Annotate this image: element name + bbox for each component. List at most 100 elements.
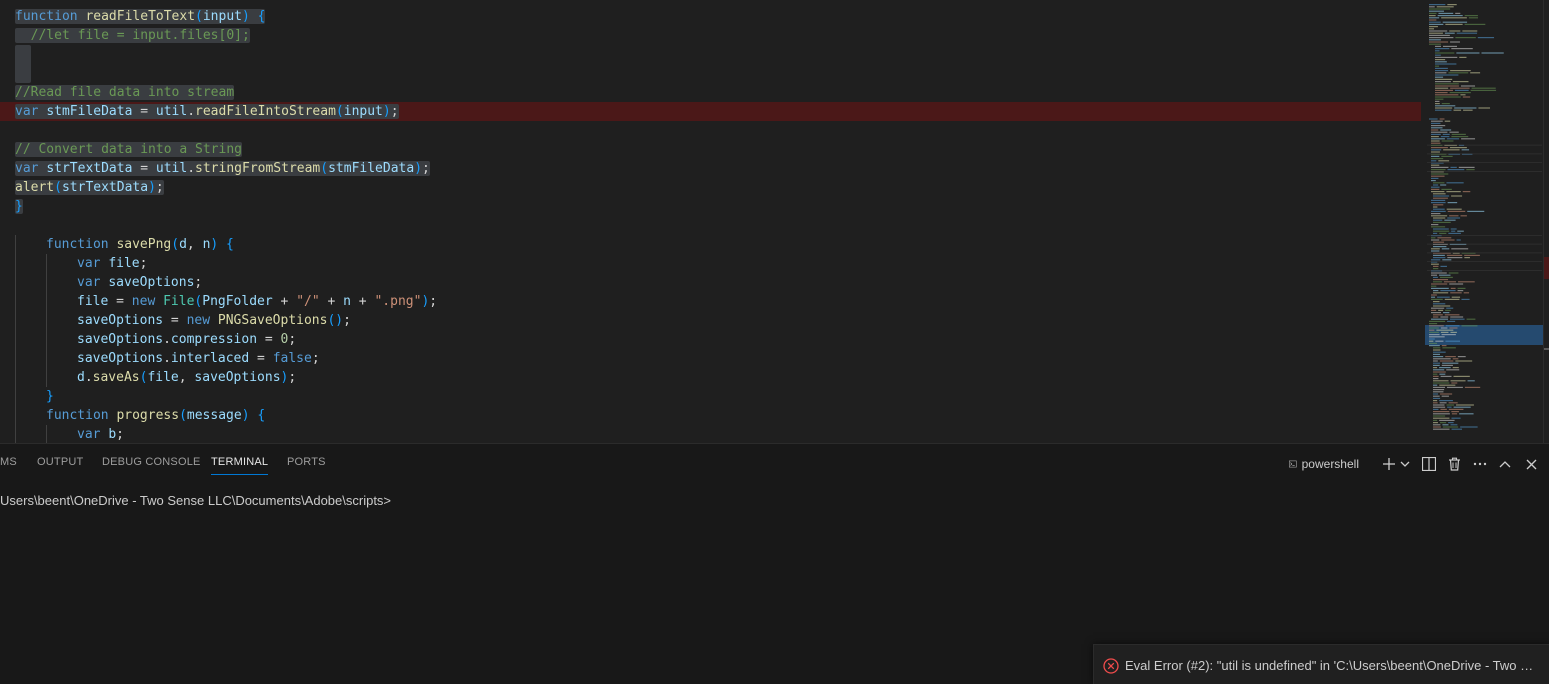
code-tokens: var file; bbox=[77, 256, 147, 271]
code-line[interactable]: var b; bbox=[0, 425, 1421, 443]
code-line[interactable]: // Convert data into a String bbox=[0, 140, 1421, 159]
minimap-mark bbox=[1449, 327, 1458, 329]
code-line[interactable]: //let file = input.files[0]; bbox=[0, 26, 1421, 45]
code-line[interactable]: saveOptions.compression = 0; bbox=[0, 330, 1421, 349]
minimap-mark bbox=[1433, 419, 1438, 421]
minimap-mark bbox=[1433, 373, 1438, 375]
kill-terminal-button[interactable] bbox=[1445, 453, 1463, 475]
minimap-mark bbox=[1436, 6, 1454, 8]
minimap-mark bbox=[1464, 23, 1486, 25]
code-line[interactable]: file = new File(PngFolder + "/" + n + ".… bbox=[0, 292, 1421, 311]
minimap-mark bbox=[1455, 360, 1473, 362]
minimap-mark bbox=[1431, 138, 1445, 140]
code-line[interactable]: alert(strTextData); bbox=[0, 178, 1421, 197]
code-line[interactable]: //Read file data into stream bbox=[0, 83, 1421, 102]
more-actions-button[interactable] bbox=[1471, 453, 1489, 475]
ellipsis-icon bbox=[1473, 462, 1487, 466]
minimap[interactable] bbox=[1425, 0, 1543, 443]
minimap-mark bbox=[1433, 301, 1440, 303]
code-line[interactable]: saveOptions.interlaced = false; bbox=[0, 349, 1421, 368]
split-terminal-button[interactable] bbox=[1420, 453, 1438, 475]
minimap-mark bbox=[1464, 257, 1470, 259]
code-line[interactable] bbox=[0, 45, 1421, 83]
code-line[interactable]: var file; bbox=[0, 254, 1421, 273]
terminal-selector[interactable]: powershell bbox=[1289, 453, 1359, 475]
minimap-mark bbox=[1431, 160, 1437, 162]
minimap-mark bbox=[1431, 248, 1440, 250]
minimap-mark bbox=[1433, 384, 1438, 386]
code-line[interactable]: var strTextData = util.stringFromStream(… bbox=[0, 159, 1421, 178]
code-text: //let file = input.files[0]; bbox=[0, 26, 250, 45]
minimap-mark bbox=[1448, 232, 1461, 234]
terminal-dropdown-button[interactable] bbox=[1398, 453, 1412, 475]
code-token: b bbox=[108, 427, 117, 442]
minimap-mark bbox=[1444, 32, 1455, 34]
code-token: util bbox=[155, 104, 188, 119]
code-token: n bbox=[343, 294, 351, 309]
error-notification[interactable]: Eval Error (#2): "util is undefined" in … bbox=[1093, 644, 1549, 684]
code-token: ( bbox=[179, 408, 187, 423]
code-token: file bbox=[108, 256, 140, 271]
minimap-mark bbox=[1444, 120, 1451, 122]
code-lines[interactable]: function readFileToText(input) { //let f… bbox=[0, 7, 1421, 443]
code-token: saveOptions bbox=[108, 275, 195, 290]
minimap-mark bbox=[1444, 298, 1460, 300]
code-line[interactable] bbox=[0, 216, 1421, 235]
code-line[interactable]: d.saveAs(file, saveOptions); bbox=[0, 368, 1421, 387]
minimap-mark bbox=[1451, 48, 1473, 50]
minimap-mark bbox=[1433, 367, 1438, 369]
minimap-mark bbox=[1431, 283, 1448, 285]
minimap-mark bbox=[1477, 37, 1495, 39]
code-line[interactable]: function readFileToText(input) { bbox=[0, 7, 1421, 26]
trash-icon bbox=[1448, 457, 1460, 471]
minimap-mark bbox=[1435, 76, 1444, 78]
minimap-mark bbox=[1461, 149, 1470, 151]
code-line[interactable]: } bbox=[0, 387, 1421, 406]
code-token: ( bbox=[335, 104, 344, 119]
minimap-mark bbox=[1433, 303, 1446, 305]
minimap-mark bbox=[1471, 87, 1496, 89]
code-text: saveOptions.compression = 0; bbox=[0, 330, 296, 349]
tab-terminal[interactable]: TERMINAL bbox=[211, 456, 269, 475]
tab-output[interactable]: OUTPUT bbox=[37, 456, 83, 468]
maximize-panel-button[interactable] bbox=[1496, 453, 1514, 475]
overview-ruler[interactable] bbox=[1543, 0, 1549, 443]
minimap-mark bbox=[1433, 397, 1441, 399]
minimap-mark bbox=[1431, 131, 1448, 133]
code-token: new bbox=[131, 294, 156, 309]
code-editor[interactable]: function readFileToText(input) { //let f… bbox=[0, 0, 1549, 443]
code-tokens: function savePng(d, n) { bbox=[46, 237, 234, 252]
code-line[interactable]: function progress(message) { bbox=[0, 406, 1421, 425]
minimap-mark bbox=[1464, 254, 1480, 256]
terminal-prompt[interactable]: Users\beent\OneDrive - Two Sense LLC\Doc… bbox=[0, 493, 391, 508]
minimap-mark bbox=[1439, 419, 1455, 421]
code-line[interactable]: var saveOptions; bbox=[0, 273, 1421, 292]
minimap-mark bbox=[1439, 232, 1447, 234]
minimap-mark bbox=[1457, 230, 1464, 232]
minimap-mark bbox=[1442, 259, 1452, 261]
minimap-mark bbox=[1448, 422, 1454, 424]
minimap-mark bbox=[1427, 270, 1542, 271]
code-token: ".png" bbox=[374, 294, 422, 309]
new-terminal-button[interactable] bbox=[1379, 453, 1399, 475]
code-line[interactable]: function savePng(d, n) { bbox=[0, 235, 1421, 254]
code-line-error[interactable]: var stmFileData = util.readFileIntoStrea… bbox=[0, 102, 1421, 121]
code-line[interactable]: } bbox=[0, 197, 1421, 216]
code-line[interactable] bbox=[0, 64, 1421, 83]
minimap-mark bbox=[1433, 219, 1443, 221]
code-token: compression bbox=[170, 332, 258, 347]
close-panel-button[interactable] bbox=[1522, 453, 1540, 475]
minimap-mark bbox=[1439, 276, 1453, 278]
code-line[interactable] bbox=[0, 121, 1421, 140]
minimap-mark bbox=[1459, 413, 1474, 415]
minimap-mark bbox=[1433, 411, 1450, 413]
code-token: input bbox=[202, 9, 242, 24]
minimap-mark bbox=[1433, 402, 1438, 404]
tab-debug-console[interactable]: DEBUG CONSOLE bbox=[102, 456, 201, 468]
minimap-mark bbox=[1433, 221, 1451, 223]
tab-problems[interactable]: MS bbox=[0, 456, 17, 468]
tab-ports[interactable]: PORTS bbox=[287, 456, 326, 468]
code-line[interactable]: saveOptions = new PNGSaveOptions(); bbox=[0, 311, 1421, 330]
minimap-mark bbox=[1435, 54, 1441, 56]
